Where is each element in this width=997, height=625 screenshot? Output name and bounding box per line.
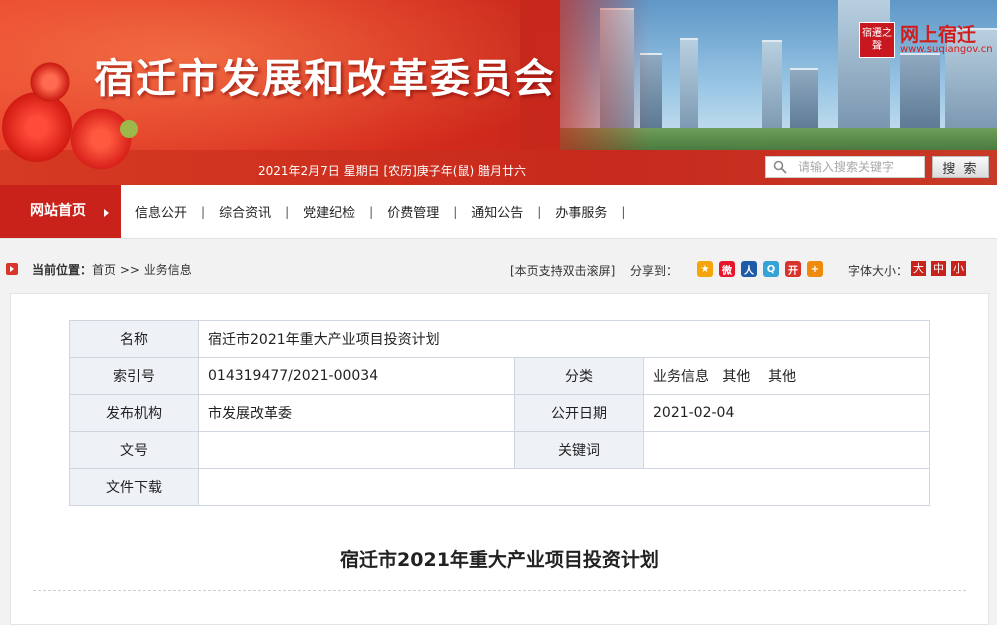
document-title: 宿迁市2021年重大产业项目投资计划 [340, 549, 659, 571]
nav-home-label: 网站首页 [30, 203, 86, 219]
date-line: 2021年2月7日 星期日 [农历]庚子年(鼠) 腊月廿六 [258, 164, 526, 178]
category-label: 分类 [514, 357, 644, 395]
index-value: 014319477/2021-00034 [198, 357, 515, 395]
nav-item-services[interactable]: 办事服务 [541, 202, 621, 221]
article-panel: 名称 宿迁市2021年重大产业项目投资计划 索引号 014319477/2021… [10, 293, 989, 625]
table-row: 名称 宿迁市2021年重大产业项目投资计划 [69, 320, 930, 358]
breadcrumb: 当前位置：首页 >> 业务信息 [32, 261, 192, 278]
renren-icon[interactable]: 人 [741, 261, 757, 277]
font-size-label: 字体大小： [848, 264, 909, 278]
publish-date-value: 2021-02-04 [643, 394, 930, 432]
keywords-value [643, 431, 930, 469]
location-label: 当前位置： [32, 263, 93, 277]
online-suqian-logo[interactable]: 网上宿迁 [900, 20, 976, 47]
nav-separator: | [621, 204, 626, 219]
publisher-label: 发布机构 [69, 394, 199, 432]
more-share-icon[interactable]: + [807, 261, 823, 277]
kaixin-icon[interactable]: 开 [785, 261, 801, 277]
site-banner: 宿迁市发展和改革委员会 2021年2月7日 星期日 [农历]庚子年(鼠) 腊月廿… [0, 0, 997, 185]
table-row: 索引号 014319477/2021-00034 分类 业务信息 其他 其他 [69, 357, 930, 395]
main-nav: 网站首页 信息公开 | 综合资讯 | 党建纪检 | 价费管理 | 通知公告 | … [0, 185, 997, 239]
table-row: 文号 关键词 [69, 431, 930, 469]
search-button[interactable]: 搜 索 [932, 156, 989, 178]
flower-decoration [30, 62, 70, 102]
site-title: 宿迁市发展和改革委员会 [94, 55, 556, 102]
nav-item-price-management[interactable]: 价费管理 [373, 202, 453, 221]
logo-url: www.suqiangov.cn [900, 44, 993, 55]
title-divider [33, 590, 966, 591]
document-meta-table: 名称 宿迁市2021年重大产业项目投资计划 索引号 014319477/2021… [69, 320, 930, 506]
table-row: 文件下载 [69, 468, 930, 506]
name-value: 宿迁市2021年重大产业项目投资计划 [198, 320, 930, 358]
breadcrumb-path[interactable]: 首页 >> 业务信息 [92, 263, 192, 277]
file-download-label: 文件下载 [69, 468, 199, 506]
nav-home[interactable]: 网站首页 [0, 185, 121, 238]
location-arrow-icon [6, 263, 18, 275]
search-input[interactable] [765, 156, 925, 178]
font-size-buttons: 大 中 小 [911, 261, 966, 276]
font-size-small-button[interactable]: 小 [951, 261, 966, 276]
publish-date-label: 公开日期 [514, 394, 644, 432]
nav-item-party-discipline[interactable]: 党建纪检 [289, 202, 369, 221]
doc-number-value [198, 431, 515, 469]
flower-decoration [2, 92, 72, 162]
font-size-medium-button[interactable]: 中 [931, 261, 946, 276]
double-click-scroll-tip: [本页支持双击滚屏] [510, 264, 616, 278]
name-label: 名称 [69, 320, 199, 358]
nav-item-notices[interactable]: 通知公告 [457, 202, 537, 221]
font-size-large-button[interactable]: 大 [911, 261, 926, 276]
nav-item-info-disclosure[interactable]: 信息公开 [121, 202, 201, 221]
nav-items: 信息公开 | 综合资讯 | 党建纪检 | 价费管理 | 通知公告 | 办事服务 … [121, 185, 625, 238]
doc-number-label: 文号 [69, 431, 199, 469]
publisher-value: 市发展改革委 [198, 394, 515, 432]
qq-weibo-icon[interactable]: Q [763, 261, 779, 277]
table-row: 发布机构 市发展改革委 公开日期 2021-02-04 [69, 394, 930, 432]
nav-item-general-news[interactable]: 综合资讯 [205, 202, 285, 221]
leaf-decoration [120, 120, 138, 138]
share-label: 分享到： [630, 264, 679, 278]
index-label: 索引号 [69, 357, 199, 395]
file-download-value [198, 468, 930, 506]
category-value: 业务信息 其他 其他 [643, 357, 930, 395]
location-bar: 当前位置：首页 >> 业务信息 [本页支持双击滚屏] 分享到： ★ 微人 Q 开 + 字… [0, 255, 997, 283]
search-icon [773, 160, 787, 174]
keywords-label: 关键词 [514, 431, 644, 469]
qzone-icon[interactable]: ★ [697, 261, 713, 277]
share-icons: ★ 微人 Q 开 + [697, 261, 823, 277]
suqian-voice-logo[interactable]: 宿遷之聲 [859, 22, 895, 58]
weibo-icon[interactable]: 微 [719, 261, 735, 277]
flower-decoration [70, 108, 132, 170]
caret-right-icon [104, 209, 109, 217]
